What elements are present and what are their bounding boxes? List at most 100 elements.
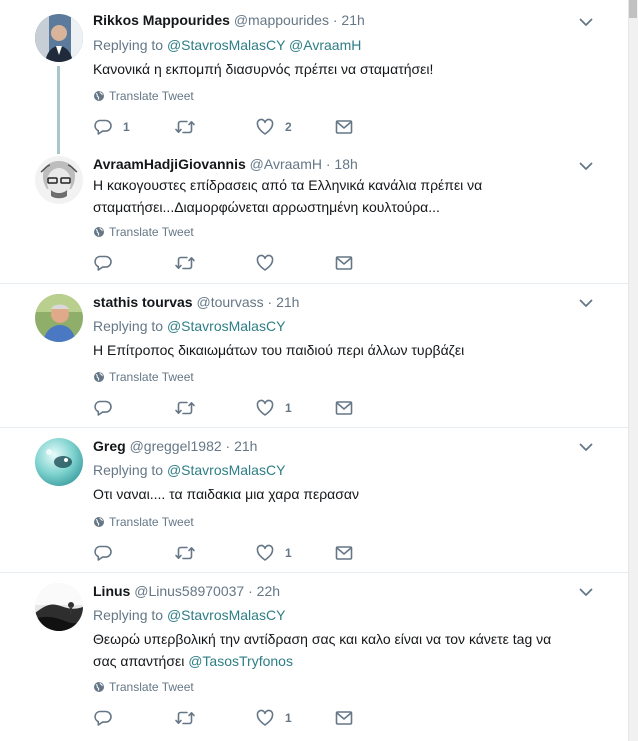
reply-button[interactable]: 1 bbox=[93, 117, 130, 137]
tweet-item[interactable]: Rikkos Mappourides @mappourides · 21h Re… bbox=[0, 0, 628, 283]
direct-message-button[interactable] bbox=[334, 253, 354, 273]
scrollbar-thumb[interactable] bbox=[629, 0, 637, 18]
separator-dot: · bbox=[225, 438, 231, 454]
tweet-header: Greg @greggel1982 · 21h bbox=[93, 437, 257, 455]
tweet-actions: 1 bbox=[93, 398, 363, 418]
like-button[interactable]: 1 bbox=[255, 708, 292, 728]
chevron-down-icon[interactable] bbox=[578, 584, 594, 600]
translate-label[interactable]: Translate Tweet bbox=[109, 224, 194, 240]
tweet-text: Κανονικά η εκπομπή διασυρνός πρέπει να σ… bbox=[93, 61, 434, 77]
mention-link[interactable]: @TasosTryfonos bbox=[188, 653, 293, 669]
direct-message-button[interactable] bbox=[334, 117, 354, 137]
retweet-button[interactable] bbox=[174, 117, 196, 137]
retweet-button[interactable] bbox=[174, 708, 196, 728]
separator-dot: · bbox=[267, 294, 273, 310]
translate-label[interactable]: Translate Tweet bbox=[109, 514, 194, 530]
translate-label[interactable]: Translate Tweet bbox=[109, 88, 194, 104]
reply-button[interactable] bbox=[93, 253, 113, 273]
mention-link[interactable]: @StavrosMalasCY bbox=[167, 462, 285, 478]
direct-message-icon bbox=[334, 253, 354, 273]
tweet-time[interactable]: 21h bbox=[234, 438, 257, 454]
like-button[interactable] bbox=[255, 253, 275, 273]
separator-dot: · bbox=[332, 12, 338, 28]
scrollbar[interactable] bbox=[628, 0, 638, 741]
reply-button[interactable] bbox=[93, 543, 113, 563]
retweet-button[interactable] bbox=[174, 398, 196, 418]
like-button[interactable]: 1 bbox=[255, 543, 292, 563]
translate-label[interactable]: Translate Tweet bbox=[109, 679, 194, 695]
translate-tweet-link[interactable]: Translate Tweet bbox=[93, 224, 194, 240]
like-icon bbox=[255, 398, 275, 418]
mention-link[interactable]: @StavrosMalasCY bbox=[167, 37, 285, 53]
direct-message-button[interactable] bbox=[334, 398, 354, 418]
direct-message-button[interactable] bbox=[334, 708, 354, 728]
avatar[interactable] bbox=[35, 156, 83, 204]
display-name[interactable]: Rikkos Mappourides bbox=[93, 12, 230, 28]
tweet-item[interactable]: Linus @Linus58970037 · 22h Replying to @… bbox=[0, 573, 628, 741]
avatar[interactable] bbox=[35, 294, 83, 342]
translate-tweet-link[interactable]: Translate Tweet bbox=[93, 369, 194, 385]
thread-connector bbox=[57, 66, 60, 154]
translate-tweet-link[interactable]: Translate Tweet bbox=[93, 514, 194, 530]
user-handle[interactable]: @tourvass bbox=[196, 294, 263, 310]
like-button[interactable]: 2 bbox=[255, 117, 292, 137]
translate-label[interactable]: Translate Tweet bbox=[109, 369, 194, 385]
chevron-down-icon[interactable] bbox=[578, 158, 594, 174]
tweet-time[interactable]: 22h bbox=[257, 583, 280, 599]
direct-message-icon bbox=[334, 543, 354, 563]
like-button[interactable]: 1 bbox=[255, 398, 292, 418]
retweet-icon bbox=[174, 253, 196, 273]
avatar[interactable] bbox=[35, 14, 83, 62]
display-name[interactable]: Greg bbox=[93, 438, 126, 454]
reply-button[interactable] bbox=[93, 398, 113, 418]
display-name[interactable]: AvraamHadjiGiovannis bbox=[93, 156, 246, 172]
chevron-down-icon[interactable] bbox=[578, 439, 594, 455]
like-icon bbox=[255, 117, 275, 137]
reply-icon bbox=[93, 253, 113, 273]
display-name[interactable]: stathis tourvas bbox=[93, 294, 193, 310]
tweet-item[interactable]: stathis tourvas @tourvass · 21h Replying… bbox=[0, 284, 628, 427]
user-handle[interactable]: @AvraamH bbox=[250, 156, 322, 172]
user-handle[interactable]: @greggel1982 bbox=[130, 438, 222, 454]
direct-message-button[interactable] bbox=[334, 543, 354, 563]
user-handle[interactable]: @Linus58970037 bbox=[134, 583, 244, 599]
globe-icon bbox=[93, 516, 105, 528]
tweet-text-line: σταματήσει...Διαμορφώνεται αρρωστημένη κ… bbox=[93, 199, 440, 215]
tweet-text: Θεωρώ υπερβολική την αντίδραση σας και κ… bbox=[93, 628, 608, 672]
tweet-text: Οτι ναναι.... τα παιδακια μια χαρα περασ… bbox=[93, 486, 359, 502]
user-handle[interactable]: @mappourides bbox=[234, 12, 329, 28]
tweet-item[interactable]: Greg @greggel1982 · 21h Replying to @Sta… bbox=[0, 428, 628, 572]
replying-to: Replying to @StavrosMalasCY @AvraamH bbox=[93, 36, 361, 54]
tweet-text: Η κακογουστες επίδρασεις από τα Ελληνικά… bbox=[93, 174, 608, 218]
tweet-actions bbox=[93, 253, 363, 273]
chevron-down-icon[interactable] bbox=[578, 14, 594, 30]
like-count: 1 bbox=[285, 401, 292, 415]
tweet-feed: Rikkos Mappourides @mappourides · 21h Re… bbox=[0, 0, 628, 741]
avatar[interactable] bbox=[35, 583, 83, 631]
mention-link[interactable]: @StavrosMalasCY bbox=[167, 318, 285, 334]
tweet-time[interactable]: 18h bbox=[334, 156, 357, 172]
tweet-time[interactable]: 21h bbox=[341, 12, 364, 28]
replying-to: Replying to @StavrosMalasCY bbox=[93, 317, 285, 335]
reply-button[interactable] bbox=[93, 708, 113, 728]
avatar[interactable] bbox=[35, 438, 83, 486]
globe-icon bbox=[93, 371, 105, 383]
translate-tweet-link[interactable]: Translate Tweet bbox=[93, 88, 194, 104]
translate-tweet-link[interactable]: Translate Tweet bbox=[93, 679, 194, 695]
mention-link[interactable]: @StavrosMalasCY bbox=[167, 607, 285, 623]
display-name[interactable]: Linus bbox=[93, 583, 130, 599]
tweet-text-fragment: σας απαντήσει bbox=[93, 653, 185, 669]
retweet-icon bbox=[174, 708, 196, 728]
tweet-header: stathis tourvas @tourvass · 21h bbox=[93, 293, 299, 311]
retweet-button[interactable] bbox=[174, 543, 196, 563]
tweet-header: AvraamHadjiGiovannis @AvraamH · 18h bbox=[93, 155, 358, 173]
tweet-time[interactable]: 21h bbox=[276, 294, 299, 310]
chevron-down-icon[interactable] bbox=[578, 295, 594, 311]
reply-count: 1 bbox=[123, 120, 130, 134]
retweet-button[interactable] bbox=[174, 253, 196, 273]
mention-link[interactable]: @AvraamH bbox=[289, 37, 361, 53]
separator-dot: · bbox=[325, 156, 331, 172]
like-count: 1 bbox=[285, 546, 292, 560]
like-icon bbox=[255, 543, 275, 563]
reply-icon bbox=[93, 543, 113, 563]
